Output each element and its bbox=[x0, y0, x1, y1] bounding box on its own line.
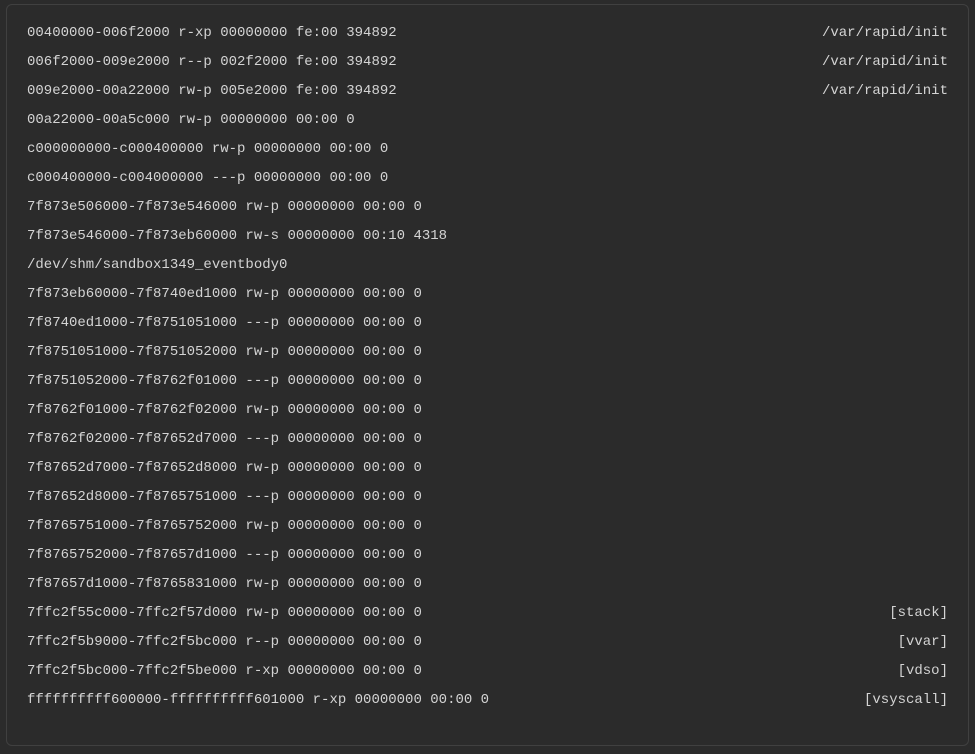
map-entry-path: [vdso] bbox=[878, 657, 948, 686]
map-entry-left: 7f8765752000-7f87657d1000 ---p 00000000 … bbox=[27, 541, 422, 570]
memory-map-line: 7f8762f02000-7f87652d7000 ---p 00000000 … bbox=[27, 425, 948, 454]
map-entry-left: 7f873e546000-7f873eb60000 rw-s 00000000 … bbox=[27, 222, 447, 251]
memory-map-line: 00a22000-00a5c000 rw-p 00000000 00:00 0 bbox=[27, 106, 948, 135]
memory-map-line: 7f8765752000-7f87657d1000 ---p 00000000 … bbox=[27, 541, 948, 570]
memory-map-line: 7f87652d7000-7f87652d8000 rw-p 00000000 … bbox=[27, 454, 948, 483]
map-entry-left: c000400000-c004000000 ---p 00000000 00:0… bbox=[27, 164, 388, 193]
map-entry-wrapped-path: /dev/shm/sandbox1349_eventbody0 bbox=[27, 251, 948, 280]
memory-map-line: 7f8765751000-7f8765752000 rw-p 00000000 … bbox=[27, 512, 948, 541]
memory-map-line: 7ffc2f5b9000-7ffc2f5bc000 r--p 00000000 … bbox=[27, 628, 948, 657]
memory-map-line: 006f2000-009e2000 r--p 002f2000 fe:00 39… bbox=[27, 48, 948, 77]
map-entry-left: 009e2000-00a22000 rw-p 005e2000 fe:00 39… bbox=[27, 77, 397, 106]
memory-map-line: 7f8762f01000-7f8762f02000 rw-p 00000000 … bbox=[27, 396, 948, 425]
memory-map-line: 7f8751051000-7f8751052000 rw-p 00000000 … bbox=[27, 338, 948, 367]
map-entry-left: 7f8762f01000-7f8762f02000 rw-p 00000000 … bbox=[27, 396, 422, 425]
terminal-output: 00400000-006f2000 r-xp 00000000 fe:00 39… bbox=[6, 4, 969, 746]
map-entry-left: ffffffffff600000-ffffffffff601000 r-xp 0… bbox=[27, 686, 489, 715]
map-entry-path: /var/rapid/init bbox=[802, 48, 948, 77]
memory-map-line: 7f8751052000-7f8762f01000 ---p 00000000 … bbox=[27, 367, 948, 396]
memory-map-line: 009e2000-00a22000 rw-p 005e2000 fe:00 39… bbox=[27, 77, 948, 106]
memory-map-line: c000000000-c000400000 rw-p 00000000 00:0… bbox=[27, 135, 948, 164]
memory-map-line: 7ffc2f55c000-7ffc2f57d000 rw-p 00000000 … bbox=[27, 599, 948, 628]
map-entry-left: 7ffc2f5bc000-7ffc2f5be000 r-xp 00000000 … bbox=[27, 657, 422, 686]
map-entry-left: 7f873eb60000-7f8740ed1000 rw-p 00000000 … bbox=[27, 280, 422, 309]
map-entry-left: 00a22000-00a5c000 rw-p 00000000 00:00 0 bbox=[27, 106, 355, 135]
map-entry-left: 7f8762f02000-7f87652d7000 ---p 00000000 … bbox=[27, 425, 422, 454]
map-entry-path: [vvar] bbox=[878, 628, 948, 657]
map-entry-left: c000000000-c000400000 rw-p 00000000 00:0… bbox=[27, 135, 388, 164]
memory-map-line: 7f873eb60000-7f8740ed1000 rw-p 00000000 … bbox=[27, 280, 948, 309]
map-entry-path: [stack] bbox=[869, 599, 948, 628]
map-entry-path: /var/rapid/init bbox=[802, 77, 948, 106]
map-entry-left: 7f8751051000-7f8751052000 rw-p 00000000 … bbox=[27, 338, 422, 367]
map-entry-left: 006f2000-009e2000 r--p 002f2000 fe:00 39… bbox=[27, 48, 397, 77]
map-entry-left: 7f8740ed1000-7f8751051000 ---p 00000000 … bbox=[27, 309, 422, 338]
map-entry-left: 7f87652d8000-7f8765751000 ---p 00000000 … bbox=[27, 483, 422, 512]
map-entry-left: 7f87657d1000-7f8765831000 rw-p 00000000 … bbox=[27, 570, 422, 599]
map-entry-left: 7ffc2f55c000-7ffc2f57d000 rw-p 00000000 … bbox=[27, 599, 422, 628]
memory-map-line: 7f873e506000-7f873e546000 rw-p 00000000 … bbox=[27, 193, 948, 222]
map-entry-left: 7f8751052000-7f8762f01000 ---p 00000000 … bbox=[27, 367, 422, 396]
map-entry-left: 7f87652d7000-7f87652d8000 rw-p 00000000 … bbox=[27, 454, 422, 483]
memory-map-line: 00400000-006f2000 r-xp 00000000 fe:00 39… bbox=[27, 19, 948, 48]
map-entry-left: 7ffc2f5b9000-7ffc2f5bc000 r--p 00000000 … bbox=[27, 628, 422, 657]
map-entry-left: 7f8765751000-7f8765752000 rw-p 00000000 … bbox=[27, 512, 422, 541]
memory-map-line: 7f87652d8000-7f8765751000 ---p 00000000 … bbox=[27, 483, 948, 512]
memory-map-line: c000400000-c004000000 ---p 00000000 00:0… bbox=[27, 164, 948, 193]
memory-map-line: 7f87657d1000-7f8765831000 rw-p 00000000 … bbox=[27, 570, 948, 599]
memory-map-line: 7f873e546000-7f873eb60000 rw-s 00000000 … bbox=[27, 222, 948, 251]
memory-map-line: 7ffc2f5bc000-7ffc2f5be000 r-xp 00000000 … bbox=[27, 657, 948, 686]
map-entry-left: 7f873e506000-7f873e546000 rw-p 00000000 … bbox=[27, 193, 422, 222]
map-entry-path: [vsyscall] bbox=[844, 686, 948, 715]
memory-map-line: ffffffffff600000-ffffffffff601000 r-xp 0… bbox=[27, 686, 948, 715]
memory-map-line: 7f8740ed1000-7f8751051000 ---p 00000000 … bbox=[27, 309, 948, 338]
map-entry-left: 00400000-006f2000 r-xp 00000000 fe:00 39… bbox=[27, 19, 397, 48]
map-entry-path: /var/rapid/init bbox=[802, 19, 948, 48]
